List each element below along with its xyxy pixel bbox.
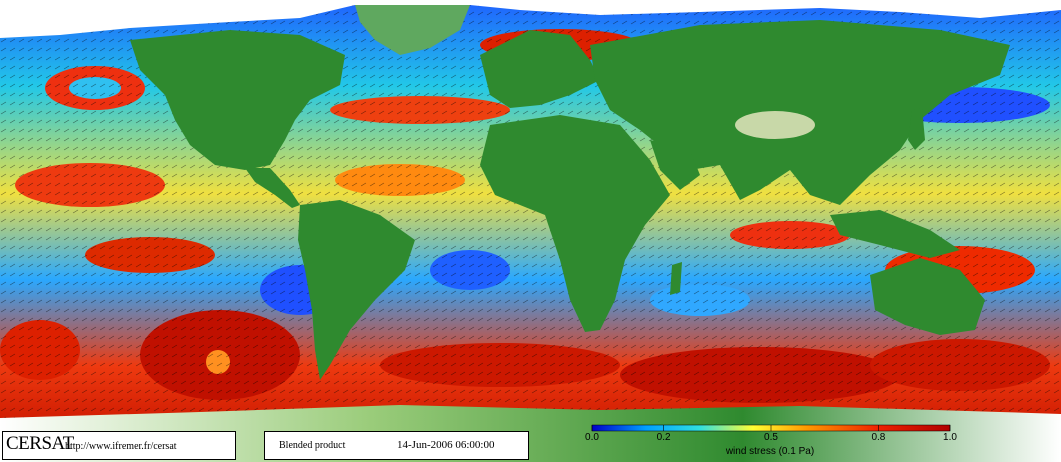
tibetan-plateau <box>735 111 815 139</box>
map-canvas <box>0 0 1061 462</box>
legend-tick-label: 0.2 <box>656 432 671 443</box>
legend-tick-label: 0.5 <box>764 432 778 443</box>
legend-tick-label: 1.0 <box>943 432 957 443</box>
legend-tick-label: 0.8 <box>871 432 886 443</box>
brand-url-link[interactable]: http://www.ifremer.fr/cersat <box>65 441 177 452</box>
brand-logo: CERSAT <box>6 433 74 454</box>
legend-title: wind stress (0.1 Pa) <box>725 446 815 457</box>
wind-stress-map: CERSAT http://www.ifremer.fr/cersat Blen… <box>0 0 1061 462</box>
brand-box: CERSAT http://www.ifremer.fr/cersat <box>2 431 236 460</box>
product-box: Blended product 14-Jun-2006 06:00:00 <box>264 431 529 460</box>
legend-tick-label: 0.0 <box>585 432 599 443</box>
product-datetime: 14-Jun-2006 06:00:00 <box>397 439 495 451</box>
product-label: Blended product <box>279 440 346 451</box>
